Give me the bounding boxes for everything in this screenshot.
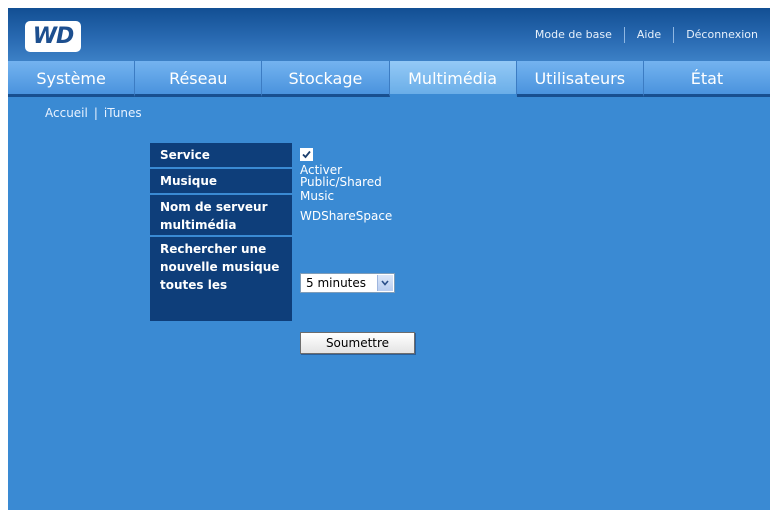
- tab-etat[interactable]: État: [643, 61, 770, 97]
- main-tabs: Système Réseau Stockage Multimédia Utili…: [8, 61, 770, 97]
- tab-stockage[interactable]: Stockage: [262, 61, 390, 97]
- breadcrumb-itunes[interactable]: iTunes: [104, 106, 142, 120]
- link-aide[interactable]: Aide: [625, 28, 673, 41]
- breadcrumb-accueil[interactable]: Accueil: [45, 106, 88, 120]
- server-name-label: Nom de serveur multimédia: [150, 195, 292, 235]
- wd-logo: WD: [25, 21, 81, 52]
- activer-checkbox[interactable]: [300, 148, 313, 161]
- musique-label: Musique: [150, 169, 292, 193]
- header-bar: WD Mode de base Aide Déconnexion: [8, 8, 770, 61]
- service-label: Service: [150, 143, 292, 167]
- chevron-down-icon[interactable]: [377, 275, 393, 291]
- rescan-interval-label: Rechercher une nouvelle musique toutes l…: [150, 237, 292, 321]
- tab-utilisateurs[interactable]: Utilisateurs: [516, 61, 644, 97]
- service-value: Activer: [300, 148, 342, 177]
- tab-multimedia[interactable]: Multimédia: [389, 61, 517, 97]
- link-mode-de-base[interactable]: Mode de base: [523, 28, 624, 41]
- tab-systeme[interactable]: Système: [8, 61, 136, 97]
- app-frame: WD Mode de base Aide Déconnexion Système…: [8, 8, 770, 510]
- musique-value: Public/Shared Music: [300, 175, 382, 203]
- breadcrumb: Accueil | iTunes: [45, 106, 142, 120]
- server-name-value: WDShareSpace: [300, 209, 393, 223]
- tab-reseau[interactable]: Réseau: [135, 61, 263, 97]
- submit-button[interactable]: Soumettre: [300, 332, 415, 354]
- link-deconnexion[interactable]: Déconnexion: [674, 28, 770, 41]
- rescan-interval-value: 5 minutes: [306, 276, 367, 290]
- rescan-interval-select[interactable]: 5 minutes: [300, 273, 395, 293]
- header-links: Mode de base Aide Déconnexion: [523, 8, 770, 61]
